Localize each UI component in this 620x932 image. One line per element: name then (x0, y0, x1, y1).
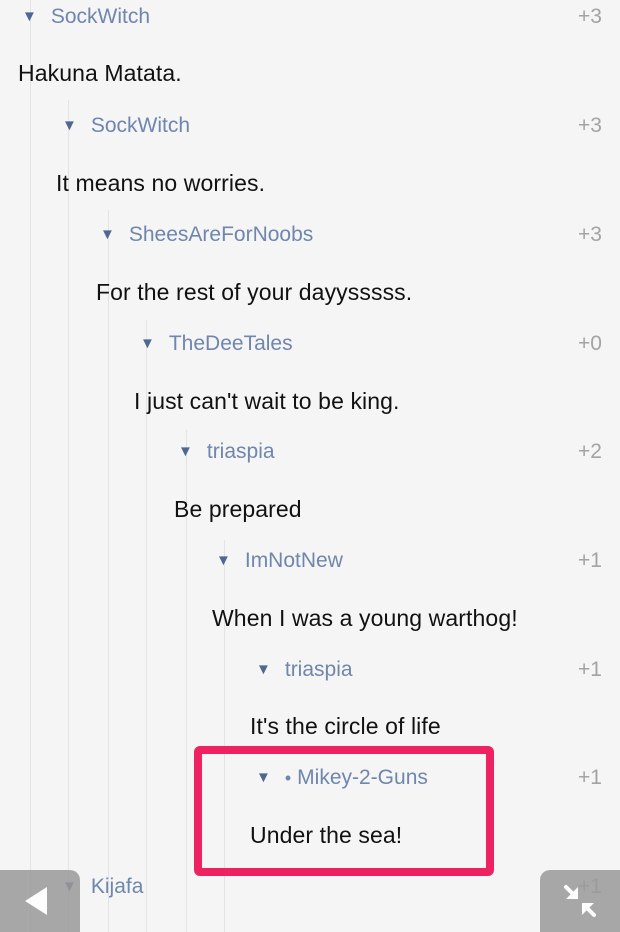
back-button[interactable] (0, 870, 80, 932)
collapse-button[interactable] (540, 870, 620, 932)
highlight-box (194, 746, 494, 876)
comment-header[interactable]: ▼ triaspia (178, 437, 275, 467)
back-arrow-icon (25, 887, 47, 915)
comment-author[interactable]: triaspia (285, 658, 353, 682)
comment-score: +0 (578, 332, 602, 355)
collapse-arrows-icon (564, 885, 596, 917)
thread-guide-line (68, 100, 69, 932)
comment-text: When I was a young warthog! (212, 605, 518, 631)
triangle-down-icon[interactable]: ▼ (22, 8, 37, 25)
comment-thread-screen: ▼ SockWitch +3 Hakuna Matata. ▼ SockWitc… (0, 0, 620, 932)
triangle-down-icon[interactable]: ▼ (62, 117, 77, 134)
comment-author[interactable]: triaspia (207, 440, 275, 464)
comment-score: +1 (578, 658, 602, 681)
triangle-down-icon[interactable]: ▼ (216, 552, 231, 569)
triangle-down-icon[interactable]: ▼ (256, 661, 271, 678)
comment-header[interactable]: ▼ ImNotNew (216, 546, 343, 576)
comment-header[interactable]: ▼ SheesAreForNoobs (100, 220, 313, 250)
comment-score: +2 (578, 440, 602, 463)
comment-author[interactable]: ImNotNew (245, 549, 343, 573)
triangle-down-icon[interactable]: ▼ (100, 226, 115, 243)
comment-score: +3 (578, 223, 602, 246)
comment-score: +3 (578, 114, 602, 137)
comment-text: Be prepared (174, 496, 302, 522)
comment-author[interactable]: SockWitch (91, 114, 190, 138)
comment-score: +1 (578, 549, 602, 572)
thread-guide-line (30, 0, 31, 932)
comment-text: It means no worries. (56, 170, 266, 196)
comment-score: +3 (578, 5, 602, 28)
comment-text: Hakuna Matata. (18, 60, 182, 86)
comment-text: It's the circle of life (250, 713, 441, 739)
comment-author[interactable]: SockWitch (51, 5, 150, 29)
comment-text: I just can't wait to be king. (134, 388, 400, 414)
triangle-down-icon[interactable]: ▼ (178, 443, 193, 460)
triangle-down-icon[interactable]: ▼ (140, 335, 155, 352)
comment-author[interactable]: SheesAreForNoobs (129, 223, 313, 247)
comment-header[interactable]: ▼ triaspia (256, 655, 353, 685)
comment-author[interactable]: Kijafa (91, 875, 144, 899)
comment-author[interactable]: TheDeeTales (169, 332, 293, 356)
comment-score: +1 (578, 766, 602, 789)
comment-header[interactable]: ▼ SockWitch (22, 2, 150, 32)
comment-header[interactable]: ▼ SockWitch (62, 111, 190, 141)
comment-text: For the rest of your dayysssss. (96, 279, 413, 305)
comment-header[interactable]: ▼ TheDeeTales (140, 329, 293, 359)
thread-guide-line (108, 210, 109, 932)
